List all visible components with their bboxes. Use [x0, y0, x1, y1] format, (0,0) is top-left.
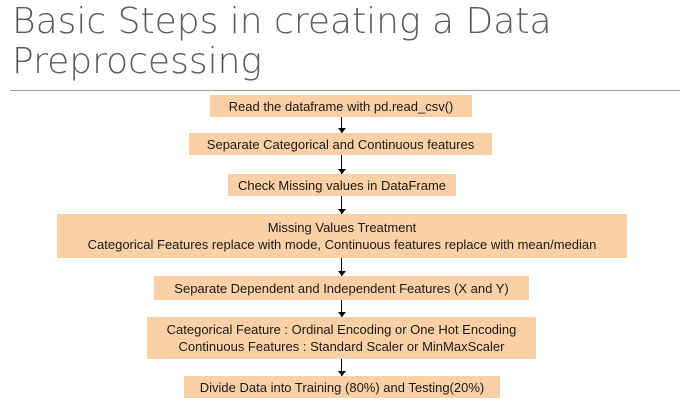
- arrow-3: [337, 196, 347, 214]
- arrow-4: [337, 258, 347, 276]
- step-separate-dependent: Separate Dependent and Independent Featu…: [154, 276, 529, 300]
- step-read-dataframe-label: Read the dataframe with pd.read_csv(): [228, 98, 454, 114]
- step-separate-features: Separate Categorical and Continuous feat…: [189, 133, 492, 155]
- step-encoding-label: Categorical Feature : Ordinal Encoding o…: [166, 322, 517, 337]
- arrow-1: [337, 117, 347, 133]
- slide-title-line-1: Basic Steps in creating a Data: [12, 1, 552, 42]
- step-read-dataframe: Read the dataframe with pd.read_csv(): [210, 95, 472, 117]
- arrow-5: [337, 300, 347, 317]
- step-missing-treatment-title: Missing Values Treatment: [267, 220, 417, 235]
- arrow-6: [337, 359, 347, 376]
- step-missing-treatment-detail: Categorical Features replace with mode, …: [87, 237, 597, 252]
- step-missing-treatment: Missing Values Treatment Categorical Fea…: [57, 214, 627, 258]
- arrow-2: [337, 155, 347, 174]
- step-train-test-split-label: Divide Data into Training (80%) and Test…: [199, 379, 485, 395]
- step-check-missing-label: Check Missing values in DataFrame: [237, 177, 447, 193]
- step-scaling-label: Continuous Features : Standard Scaler or…: [178, 339, 505, 354]
- step-encoding-scaling: Categorical Feature : Ordinal Encoding o…: [147, 317, 536, 359]
- step-check-missing: Check Missing values in DataFrame: [228, 174, 456, 196]
- step-separate-dependent-label: Separate Dependent and Independent Featu…: [174, 280, 509, 296]
- title-divider: [10, 90, 680, 91]
- step-separate-features-label: Separate Categorical and Continuous feat…: [206, 136, 475, 152]
- step-train-test-split: Divide Data into Training (80%) and Test…: [184, 376, 500, 398]
- slide-title: Basic Steps in creating a Data Preproces…: [12, 2, 612, 82]
- slide-title-line-2: Preprocessing: [12, 41, 262, 82]
